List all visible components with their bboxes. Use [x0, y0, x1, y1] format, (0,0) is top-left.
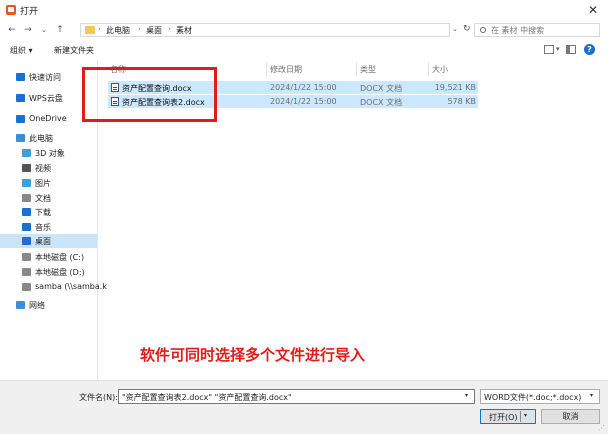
breadcrumb-item[interactable]: 此电脑 [106, 25, 130, 36]
file-type: DOCX 文档 [360, 98, 403, 107]
sidebar-item-label: 本地磁盘 (D:) [35, 268, 85, 277]
drive-icon [22, 268, 31, 276]
cloud-icon [16, 94, 25, 102]
breadcrumb-separator: › [138, 25, 141, 33]
column-separator[interactable] [266, 62, 267, 76]
picture-icon [22, 179, 31, 187]
column-separator[interactable] [356, 62, 357, 76]
address-dropdown[interactable]: ⌄ [452, 25, 458, 33]
search-icon [480, 27, 486, 33]
sidebar-item-label: 3D 对象 [35, 149, 65, 158]
sidebar-item-label: OneDrive [29, 114, 67, 123]
preview-pane-icon[interactable] [566, 45, 576, 54]
title-bar [0, 0, 608, 20]
split-divider [520, 411, 521, 422]
sidebar-item[interactable]: 网络 [0, 298, 97, 312]
column-separator[interactable] [428, 62, 429, 76]
cube-icon [22, 149, 31, 157]
sidebar-item-label: 下载 [35, 208, 51, 217]
file-size: 578 KB [447, 97, 476, 106]
star-icon [16, 73, 25, 81]
highlight-box [82, 67, 217, 122]
close-button[interactable]: ✕ [584, 2, 602, 18]
sidebar-item[interactable]: samba (\\samba.k [0, 280, 107, 294]
sidebar-item[interactable]: 下载 [0, 205, 97, 219]
sidebar-item-label: 本地磁盘 (C:) [35, 253, 85, 262]
filetype-value: WORD文件(*.doc;*.docx) [484, 393, 582, 402]
filename-label: 文件名(N): [79, 393, 118, 402]
help-icon[interactable]: ? [584, 44, 595, 55]
computer-icon [16, 134, 25, 142]
sidebar-item-label: 文档 [35, 194, 51, 203]
drive-icon [22, 253, 31, 261]
download-icon [22, 208, 31, 216]
document-icon [22, 194, 31, 202]
resize-grip[interactable]: ⋰ [598, 424, 605, 432]
breadcrumb-item[interactable]: 桌面 [146, 25, 162, 36]
app-icon [6, 5, 16, 15]
sidebar-item[interactable]: 此电脑 [0, 131, 97, 145]
cancel-button[interactable]: 取消 [541, 409, 600, 424]
desktop-icon [22, 237, 31, 245]
video-icon [22, 164, 31, 172]
sidebar-item[interactable]: 本地磁盘 (C:) [0, 250, 97, 264]
sidebar-item-label: 视频 [35, 164, 51, 173]
sidebar-item[interactable]: 图片 [0, 176, 97, 190]
view-options-dropdown[interactable]: ▾ [556, 45, 560, 53]
breadcrumb-separator: › [168, 25, 171, 33]
window-title: 打开 [20, 7, 39, 17]
sidebar-item-label: 网络 [29, 301, 45, 310]
folder-icon [85, 26, 95, 34]
music-icon [22, 223, 31, 231]
search-placeholder: 在 素材 中搜索 [491, 26, 545, 35]
open-button-label: 打开(O) [489, 413, 518, 422]
column-header-size[interactable]: 大小 [432, 64, 448, 75]
network-drive-icon [22, 283, 31, 291]
sidebar-item-label: 桌面 [35, 237, 51, 246]
breadcrumb-separator: › [98, 25, 101, 33]
column-header-date[interactable]: 修改日期 [270, 64, 302, 75]
up-button[interactable]: ↑ [54, 23, 66, 37]
file-type: DOCX 文档 [360, 84, 403, 93]
breadcrumb-item[interactable]: 素材 [176, 25, 192, 36]
sidebar-item-label: WPS云盘 [29, 94, 63, 103]
column-header-type[interactable]: 类型 [360, 64, 376, 75]
file-date: 2024/1/22 15:00 [270, 83, 337, 92]
file-date: 2024/1/22 15:00 [270, 97, 337, 106]
back-button[interactable]: ← [6, 23, 18, 37]
open-options-dropdown[interactable]: ▾ [524, 412, 527, 419]
sidebar-item-label: 音乐 [35, 223, 51, 232]
forward-button[interactable]: → [22, 23, 34, 37]
recent-locations-dropdown[interactable]: ⌄ [38, 23, 50, 37]
sidebar-item-label: samba (\\samba.k [35, 282, 107, 291]
filename-dropdown[interactable]: ▾ [465, 392, 468, 399]
file-size: 19,521 KB [434, 83, 476, 92]
sidebar-item[interactable]: 音乐 [0, 220, 97, 234]
onedrive-icon [16, 115, 25, 123]
address-bar[interactable] [80, 23, 450, 37]
organize-button[interactable]: 组织 ▾ [10, 45, 33, 56]
sidebar-item-label: 图片 [35, 179, 51, 188]
annotation-text: 软件可同时选择多个文件进行导入 [140, 346, 366, 364]
sidebar-item[interactable]: 3D 对象 [0, 146, 97, 160]
filename-value: "资产配置查询表2.docx" "资产配置查询.docx" [122, 393, 292, 402]
sidebar-item-label: 此电脑 [29, 134, 53, 143]
network-icon [16, 301, 25, 309]
sidebar-item[interactable]: 桌面 [0, 234, 97, 248]
new-folder-button[interactable]: 新建文件夹 [54, 45, 94, 56]
sidebar-item-label: 快速访问 [29, 73, 61, 82]
sidebar-item[interactable]: 视频 [0, 161, 97, 175]
sidebar-item[interactable]: 本地磁盘 (D:) [0, 265, 97, 279]
sidebar-item[interactable]: 文档 [0, 191, 97, 205]
refresh-button[interactable]: ↻ [463, 24, 471, 34]
view-options-icon[interactable] [544, 45, 554, 54]
filetype-dropdown[interactable]: ▾ [590, 392, 593, 399]
